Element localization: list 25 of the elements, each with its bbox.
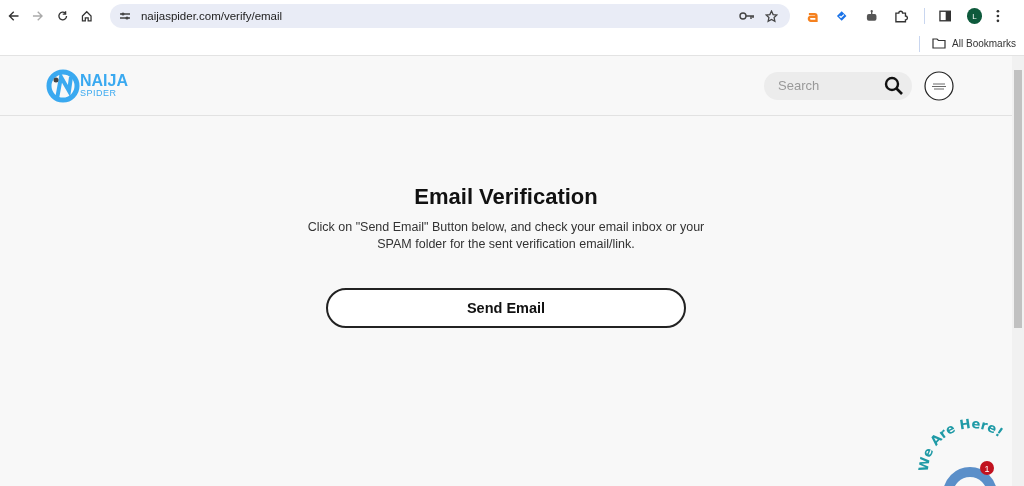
reload-icon[interactable]: [56, 10, 69, 22]
puzzle-icon[interactable]: [894, 9, 908, 23]
back-icon[interactable]: [8, 10, 20, 22]
search-field[interactable]: Search: [764, 71, 912, 100]
home-icon[interactable]: [81, 10, 93, 22]
star-icon[interactable]: [765, 9, 779, 23]
address-bar[interactable]: naijaspider.com/verify/email: [109, 4, 791, 28]
logo-subtext: SPIDER: [80, 89, 118, 98]
folder-icon[interactable]: [932, 38, 947, 49]
chat-widget[interactable]: We Are Here! 1: [912, 416, 1012, 486]
logo-text: NAIJA: [80, 73, 128, 89]
menu-icon[interactable]: [996, 9, 1001, 23]
all-bookmarks-button[interactable]: All Bookmarks: [952, 38, 1016, 49]
instruction-text: Click on "Send Email" Button below, and check your email inbox or your SPAM folder for the sent verification email/link.: [306, 219, 706, 253]
profile-avatar[interactable]: L: [966, 8, 983, 24]
send-email-button[interactable]: Send Email: [326, 288, 686, 328]
side-panel-icon[interactable]: [938, 10, 951, 22]
check-badge-icon[interactable]: [835, 9, 849, 23]
key-icon[interactable]: [739, 11, 756, 21]
robot-icon[interactable]: [864, 9, 879, 23]
site-settings-icon[interactable]: [118, 11, 131, 21]
search-icon[interactable]: [884, 75, 904, 96]
page-title: Email Verification: [414, 184, 598, 210]
user-avatar-icon[interactable]: [924, 70, 954, 101]
scrollbar[interactable]: [1012, 56, 1024, 486]
